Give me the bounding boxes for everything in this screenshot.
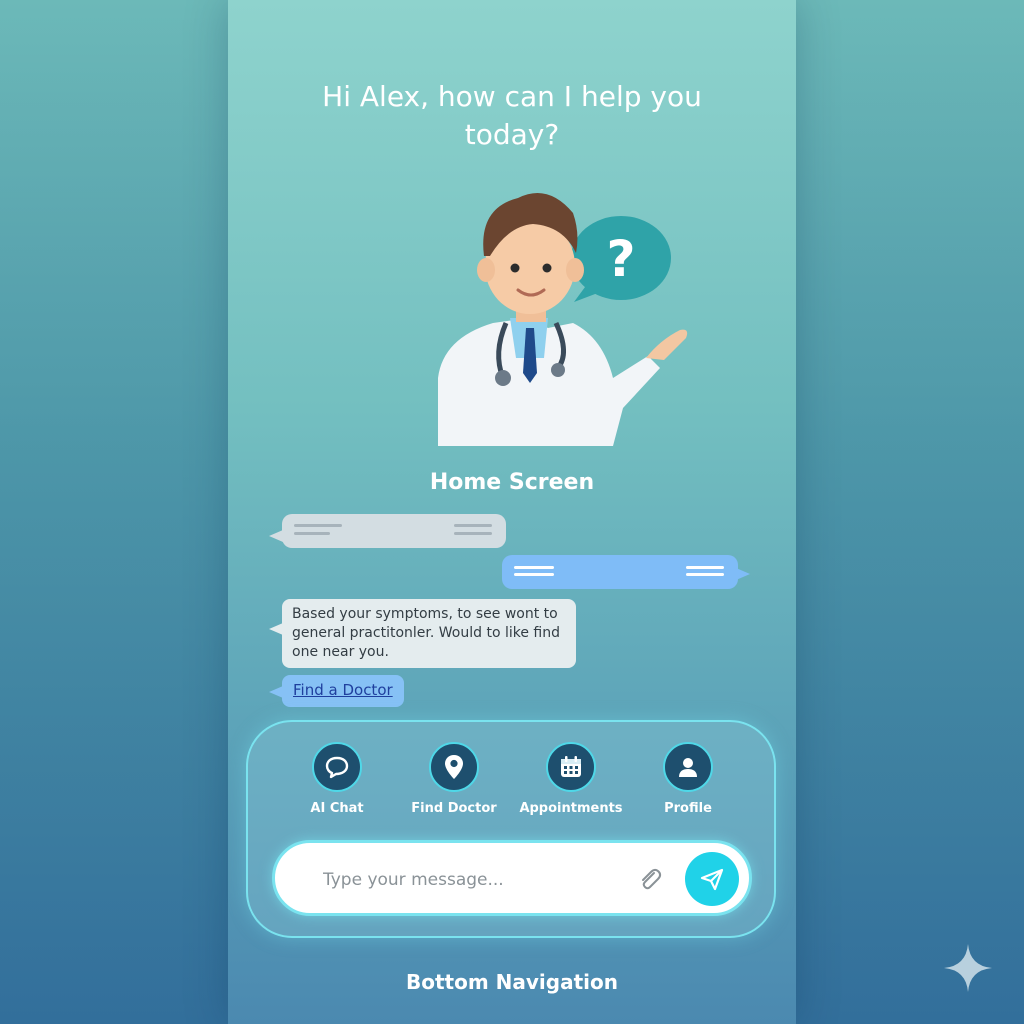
greeting-title: Hi Alex, how can I help you today? — [322, 80, 702, 151]
bubble-tail — [269, 623, 283, 635]
paperclip-icon[interactable] — [635, 865, 665, 895]
nav-find-doctor[interactable]: Find Doctor — [394, 742, 514, 816]
incoming-message-bubble — [282, 514, 506, 548]
bubble-tail — [269, 686, 283, 698]
background-left — [0, 0, 228, 1024]
nav-ai-chat[interactable]: AI Chat — [277, 742, 397, 816]
send-icon — [700, 868, 724, 891]
ai-message-bubble: Based your symptoms, to see wont to gene… — [282, 599, 576, 668]
bottom-navigation-label: Bottom Navigation — [406, 970, 618, 994]
nav-appointments[interactable]: Appointments — [511, 742, 631, 816]
message-input[interactable] — [323, 865, 623, 895]
message-input-bar — [272, 840, 752, 916]
bottom-navigation-panel: AI Chat Find Doctor Appointments Profile — [246, 720, 776, 938]
nav-label: Find Doctor — [411, 801, 497, 816]
location-pin-icon — [429, 742, 479, 792]
nav-label: AI Chat — [310, 801, 364, 816]
send-button[interactable] — [685, 852, 739, 906]
sparkle-icon — [944, 944, 992, 992]
bubble-tail — [269, 530, 283, 542]
nav-label: Profile — [664, 801, 712, 816]
find-doctor-link[interactable]: Find a Doctor — [282, 675, 404, 707]
calendar-icon — [546, 742, 596, 792]
chat-bubble-icon — [312, 742, 362, 792]
question-bubble-icon: ? — [571, 216, 671, 302]
background-right — [796, 0, 1024, 1024]
svg-text:?: ? — [606, 230, 635, 288]
outgoing-message-bubble — [502, 555, 738, 589]
nav-label: Appointments — [519, 801, 623, 816]
home-screen-label: Home Screen — [429, 470, 595, 495]
doctor-illustration: ? — [438, 193, 688, 446]
nav-profile[interactable]: Profile — [628, 742, 748, 816]
bubble-tail — [736, 568, 750, 580]
user-icon — [663, 742, 713, 792]
